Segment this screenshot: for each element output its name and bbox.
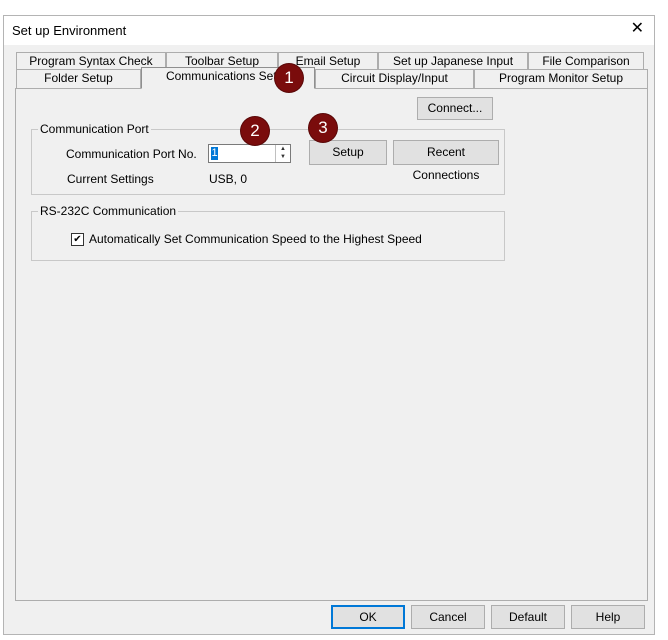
- connect-button[interactable]: Connect...: [417, 97, 493, 120]
- port-number-value: 1: [211, 147, 218, 160]
- communication-port-group: Communication Port Communication Port No…: [31, 122, 505, 195]
- spin-up-icon[interactable]: ▲: [276, 145, 290, 153]
- annotation-marker-3: 3: [309, 114, 337, 142]
- spinner-arrows[interactable]: ▲ ▼: [275, 145, 290, 162]
- setup-environment-dialog: Set up Environment ✕ Program Syntax Chec…: [3, 15, 655, 635]
- setup-button[interactable]: Setup: [309, 140, 387, 165]
- default-button[interactable]: Default: [491, 605, 565, 629]
- tab-set-up-japanese-input[interactable]: Set up Japanese Input: [378, 52, 528, 69]
- tab-label: Program Syntax Check: [29, 54, 153, 68]
- tab-label: Folder Setup: [44, 71, 113, 85]
- help-button[interactable]: Help: [571, 605, 645, 629]
- tab-program-monitor-setup[interactable]: Program Monitor Setup: [474, 69, 648, 88]
- tab-label: File Comparison: [542, 54, 630, 68]
- tab-label: Set up Japanese Input: [392, 54, 514, 68]
- window-title: Set up Environment: [12, 23, 127, 38]
- communication-port-legend: Communication Port: [38, 122, 151, 136]
- tab-label: Circuit Display/Input: [341, 71, 448, 85]
- current-settings-label: Current Settings: [67, 172, 154, 186]
- close-icon[interactable]: ✕: [631, 20, 644, 38]
- auto-speed-checkbox[interactable]: ✔: [71, 233, 84, 246]
- tab-label: Toolbar Setup: [184, 54, 260, 68]
- tab-file-comparison[interactable]: File Comparison: [528, 52, 644, 69]
- ok-button[interactable]: OK: [331, 605, 405, 629]
- annotation-marker-1: 1: [275, 64, 303, 92]
- tab-label: Program Monitor Setup: [498, 71, 624, 85]
- tab-label: Communications Setup: [165, 69, 291, 83]
- port-number-spinner[interactable]: 1 ▲ ▼: [208, 144, 291, 163]
- port-number-label: Communication Port No.: [66, 147, 197, 161]
- rs232c-group: RS-232C Communication ✔ Automatically Se…: [31, 204, 505, 261]
- annotation-marker-2: 2: [241, 117, 269, 145]
- recent-connections-button[interactable]: Recent Connections: [393, 140, 499, 182]
- communications-setup-panel: Connect... Communication Port Communicat…: [15, 88, 648, 601]
- cancel-button[interactable]: Cancel: [411, 605, 485, 629]
- tab-circuit-display-input[interactable]: Circuit Display/Input: [315, 69, 474, 88]
- title-bar: Set up Environment ✕: [4, 16, 654, 45]
- spin-down-icon[interactable]: ▼: [276, 153, 290, 161]
- auto-speed-label: Automatically Set Communication Speed to…: [89, 232, 422, 246]
- current-settings-value: USB, 0: [209, 172, 248, 186]
- rs232c-legend: RS-232C Communication: [38, 204, 179, 218]
- tab-label: Email Setup: [295, 54, 361, 68]
- tab-folder-setup[interactable]: Folder Setup: [16, 69, 141, 88]
